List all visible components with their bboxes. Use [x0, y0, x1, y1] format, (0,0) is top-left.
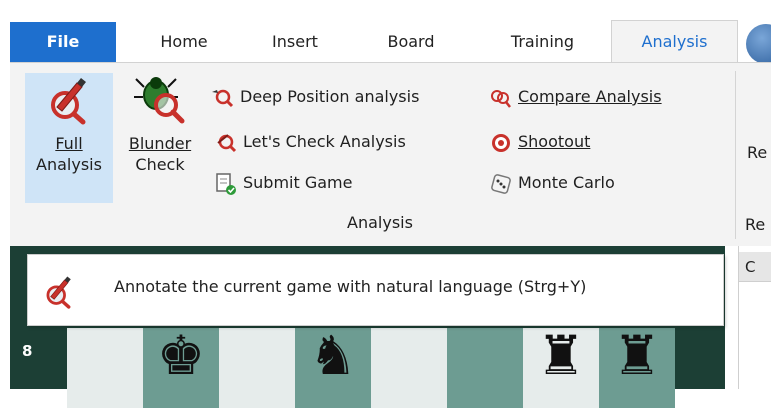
dice-icon — [491, 173, 511, 194]
blunder-check-button[interactable]: Blunder Check — [114, 73, 206, 203]
tab-analysis[interactable]: Analysis — [611, 20, 738, 62]
tab-file[interactable]: File — [10, 22, 116, 62]
deep-position-analysis-label: Deep Position analysis — [240, 87, 420, 106]
full-analysis-label-line2: Analysis — [36, 155, 102, 174]
submit-game-label: Submit Game — [243, 173, 353, 192]
lets-check-analysis-label: Let's Check Analysis — [243, 132, 406, 151]
full-analysis-button[interactable]: Full Analysis — [25, 73, 113, 203]
tab-board[interactable]: Board — [366, 22, 456, 62]
tab-training[interactable]: Training — [490, 22, 595, 62]
notation-panel: C — [738, 246, 771, 389]
deep-analysis-icon — [212, 89, 234, 107]
compare-analysis-button[interactable]: Compare Analysis — [488, 82, 662, 112]
notation-panel-header[interactable]: C — [739, 252, 771, 282]
board-square[interactable] — [371, 328, 447, 408]
target-icon — [492, 133, 510, 152]
compare-analysis-label: Compare Analysis — [518, 87, 662, 106]
monte-carlo-button[interactable]: Monte Carlo — [490, 168, 615, 198]
board-square[interactable] — [447, 328, 523, 408]
analysis-ribbon: Full Analysis Blunder Check Deep Positio… — [10, 62, 771, 246]
lets-check-icon — [217, 133, 237, 152]
black-king-piece[interactable]: ♚ — [143, 326, 219, 386]
board-square[interactable] — [67, 328, 143, 408]
full-analysis-icon — [46, 276, 71, 309]
board-square[interactable] — [219, 328, 295, 408]
compare-icon — [491, 89, 511, 108]
full-analysis-tooltip: Annotate the current game with natural l… — [27, 254, 724, 326]
truncated-ribbon-label[interactable]: Re — [747, 143, 767, 162]
submit-game-button[interactable]: Submit Game — [215, 168, 352, 198]
lets-check-analysis-button[interactable]: Let's Check Analysis — [215, 127, 406, 157]
shootout-button[interactable]: Shootout — [490, 127, 590, 157]
black-rook-piece[interactable]: ♜ — [523, 326, 599, 386]
monte-carlo-label: Monte Carlo — [518, 173, 615, 192]
group-separator — [735, 71, 736, 239]
tooltip-text: Annotate the current game with natural l… — [114, 277, 587, 296]
full-analysis-icon — [51, 78, 86, 125]
blunder-check-label-line1: Blunder — [128, 134, 192, 153]
deep-position-analysis-button[interactable]: Deep Position analysis — [210, 82, 419, 112]
full-analysis-label-line1: Full — [55, 134, 83, 153]
tab-home[interactable]: Home — [139, 22, 229, 62]
tab-insert[interactable]: Insert — [250, 22, 340, 62]
rank-label: 8 — [22, 342, 33, 360]
truncated-group-label: Re — [745, 215, 766, 234]
blunder-check-label-line2: Check — [135, 155, 185, 174]
bug-magnifier-icon — [134, 77, 185, 124]
ribbon-tab-bar: File Home Insert Board Training Analysis — [0, 0, 771, 64]
analysis-group-label: Analysis — [347, 213, 413, 232]
black-knight-piece[interactable]: ♞ — [295, 326, 371, 386]
shootout-label: Shootout — [518, 132, 591, 151]
submit-game-icon — [216, 172, 236, 195]
edge-tool-icon[interactable] — [746, 24, 771, 64]
black-rook-piece[interactable]: ♜ — [599, 326, 675, 386]
